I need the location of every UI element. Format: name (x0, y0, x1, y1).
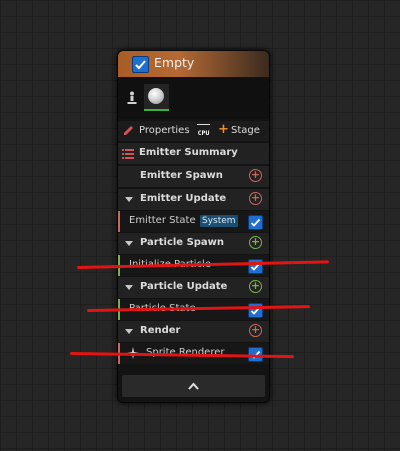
renderer-thumbnail[interactable] (144, 84, 169, 111)
emitter-state-enabled-checkbox[interactable] (248, 215, 263, 230)
emitter-spawn-add-icon[interactable]: + (249, 169, 262, 182)
cpu-label: CPU (197, 129, 210, 137)
checkmark-icon (135, 60, 146, 70)
person-pin-icon[interactable] (127, 91, 137, 105)
checkmark-icon (250, 218, 261, 227)
sphere-icon (148, 88, 164, 104)
render-add-icon[interactable]: + (249, 324, 262, 337)
emitter-update-add-icon[interactable]: + (249, 192, 262, 205)
particle-spawn-add-icon[interactable]: + (249, 236, 262, 249)
system-badge: System (200, 215, 238, 227)
list-icon (122, 149, 134, 159)
node-title: Empty (154, 55, 195, 70)
emitter-state-module[interactable]: Emitter State System (118, 211, 269, 232)
chevron-up-icon (188, 382, 199, 390)
sim-target-cpu-button[interactable]: CPU (195, 124, 212, 137)
triangle-down-icon[interactable] (125, 241, 133, 246)
plus-icon[interactable]: + (218, 122, 229, 137)
node-header[interactable]: Empty (118, 51, 269, 77)
emitter-state-label: Emitter State (129, 215, 196, 226)
emitter-update-label: Emitter Update (140, 193, 227, 204)
particle-update-label: Particle Update (140, 281, 228, 292)
render-row[interactable]: Render + (118, 321, 269, 342)
collapse-node-button[interactable] (122, 375, 265, 397)
render-label: Render (140, 325, 181, 336)
triangle-down-icon[interactable] (125, 285, 133, 290)
node-toolbar: Properties CPU + Stage (118, 121, 269, 141)
particle-spawn-row[interactable]: Particle Spawn + (118, 233, 269, 254)
particle-update-row[interactable]: Particle Update + (118, 277, 269, 298)
pencil-icon[interactable] (122, 124, 135, 137)
emitter-spawn-label: Emitter Spawn (140, 170, 223, 181)
emitter-spawn-row[interactable]: Emitter Spawn + (118, 166, 269, 187)
properties-button[interactable]: Properties (139, 125, 190, 136)
emitter-summary-label: Emitter Summary (139, 147, 238, 158)
particle-spawn-label: Particle Spawn (140, 237, 225, 248)
emitter-enabled-checkbox[interactable] (132, 56, 149, 73)
particle-update-add-icon[interactable]: + (249, 280, 262, 293)
emitter-update-row[interactable]: Emitter Update + (118, 189, 269, 210)
triangle-down-icon[interactable] (125, 197, 133, 202)
emitter-node[interactable]: Empty Properties CPU + Stage Emitter Sum… (117, 50, 270, 403)
emitter-summary-row[interactable]: Emitter Summary (118, 143, 269, 164)
thumbnail-strip (118, 78, 269, 119)
add-stage-button[interactable]: Stage (231, 125, 260, 136)
triangle-down-icon[interactable] (125, 329, 133, 334)
